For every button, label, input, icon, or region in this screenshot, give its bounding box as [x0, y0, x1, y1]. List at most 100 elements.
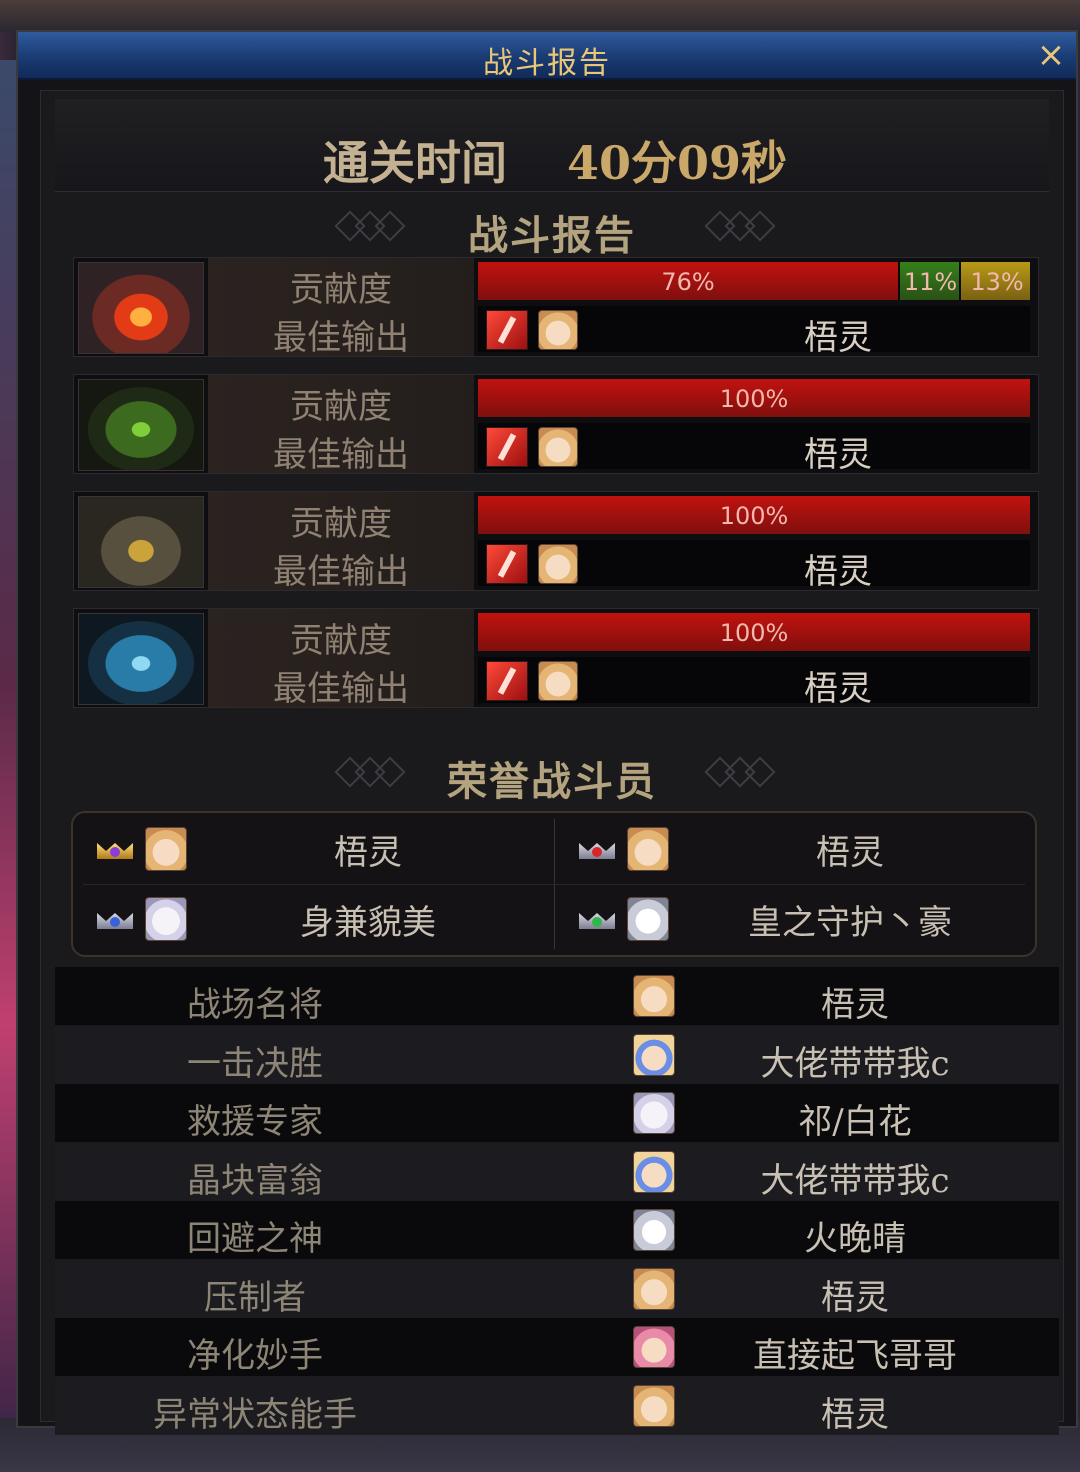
- award-title: 净化妙手: [187, 1336, 323, 1376]
- player-avatar: [145, 827, 187, 871]
- honor-member-name: 梧灵: [334, 833, 402, 873]
- player-avatar: [633, 1092, 675, 1134]
- honor-heading: 荣誉战斗员: [447, 758, 657, 805]
- award-title: 压制者: [204, 1277, 306, 1318]
- crown-icon: [579, 835, 615, 861]
- player-avatar: [633, 975, 675, 1017]
- best-damage-label: 最佳输出: [273, 669, 409, 709]
- award-player-name: 梧灵: [821, 1277, 889, 1318]
- award-player-name: 梧灵: [821, 1394, 889, 1435]
- weapon-icon: [486, 661, 528, 701]
- awards-list: 战场名将 梧灵 一击决胜 大佬带带我c 救援专家 祁/白花 晶块富翁 大佬带带我c 回避之神 火晚…: [55, 967, 1059, 1439]
- contribution-label: 贡献度: [290, 387, 392, 427]
- player-avatar: [627, 827, 669, 871]
- player-avatar: [538, 310, 578, 350]
- honor-member-name: 皇之守护丶豪: [748, 903, 952, 943]
- best-damage-row: 梧灵: [478, 657, 1030, 709]
- boss-row-labels: 贡献度 最佳输出: [208, 375, 474, 475]
- contribution-bar: 100%: [478, 379, 1030, 417]
- contribution-segment: 11%: [898, 262, 961, 300]
- honor-section-header: 荣誉战斗员: [55, 743, 1049, 805]
- honor-member[interactable]: 梧灵: [555, 815, 1025, 883]
- player-avatar: [633, 1150, 675, 1193]
- award-title: 一击决胜: [187, 1043, 323, 1084]
- contribution-percent: 100%: [719, 385, 789, 413]
- player-avatar: [538, 661, 578, 701]
- weapon-icon: [486, 310, 528, 350]
- contribution-percent: 76%: [661, 268, 715, 296]
- window-titlebar[interactable]: 战斗报告 ×: [18, 32, 1076, 81]
- weapon-icon: [486, 427, 528, 467]
- boss-contribution-block: 贡献度 最佳输出 100% 梧灵: [73, 374, 1039, 475]
- award-row: 回避之神 火晚晴: [55, 1201, 1059, 1259]
- boss-contribution-block: 贡献度最佳输出 100% 梧灵: [73, 491, 1039, 592]
- player-avatar: [633, 1326, 675, 1368]
- clear-time-banner: 通关时间 40分09秒: [55, 99, 1049, 192]
- contribution-bar: 100%: [478, 613, 1030, 651]
- award-player-name: 梧灵: [821, 985, 889, 1025]
- crown-icon: [97, 905, 133, 931]
- boss-row-labels: 贡献度 最佳输出: [208, 609, 474, 709]
- game-scene-top: [0, 0, 1080, 32]
- window-title: 战斗报告: [483, 46, 611, 81]
- contribution-percent: 13%: [970, 268, 1024, 296]
- boss-contribution-block: 贡献度 最佳输出 76% 11% 13% 梧灵: [73, 257, 1039, 358]
- honor-member[interactable]: 梧灵: [73, 815, 543, 883]
- award-title: 战场名将: [187, 985, 323, 1025]
- contribution-label: 贡献度: [290, 621, 392, 661]
- best-damage-row: 梧灵: [478, 423, 1030, 475]
- award-player-name: 大佬带带我c: [760, 1043, 950, 1084]
- award-row: 净化妙手 直接起飞哥哥: [55, 1318, 1059, 1376]
- honor-member[interactable]: 皇之守护丶豪: [555, 885, 1025, 953]
- player-avatar: [633, 1209, 675, 1251]
- honor-members-panel: 梧灵 梧灵身兼貌美 皇之守护丶豪: [71, 811, 1037, 957]
- boss-row-labels: 贡献度 最佳输出: [208, 258, 474, 358]
- contribution-label: 贡献度: [290, 504, 392, 544]
- contribution-bar: 100%: [478, 496, 1030, 534]
- contribution-percent: 100%: [719, 502, 789, 530]
- close-icon[interactable]: ×: [1034, 38, 1068, 72]
- award-title: 异常状态能手: [153, 1394, 357, 1435]
- best-damage-label: 最佳输出: [273, 552, 409, 592]
- honor-member[interactable]: 身兼貌美: [73, 885, 543, 953]
- award-player-name: 直接起飞哥哥: [753, 1336, 957, 1376]
- player-avatar: [633, 1267, 675, 1310]
- battle-report-section-header: 战斗报告: [55, 197, 1049, 259]
- award-row: 救援专家 祁/白花: [55, 1084, 1059, 1142]
- award-player-name: 祁/白花: [798, 1102, 912, 1142]
- contribution-percent: 11%: [903, 268, 958, 296]
- best-damage-row: 梧灵: [478, 306, 1030, 358]
- contribution-bar: 76% 11% 13%: [478, 262, 1030, 300]
- report-content: 通关时间 40分09秒 战斗报告 贡献度 最佳输出 76% 11% 13% 梧灵 贡献度 最佳…: [40, 90, 1064, 1435]
- award-row: 一击决胜 大佬带带我c: [55, 1025, 1059, 1084]
- player-avatar: [627, 897, 669, 941]
- crown-gem: [110, 917, 120, 927]
- contribution-segment: 13%: [959, 262, 1030, 300]
- boss-row-labels: 贡献度 最佳输出: [208, 492, 474, 592]
- player-avatar: [538, 544, 578, 584]
- crown-gem: [110, 847, 120, 857]
- crown-gem: [592, 917, 602, 927]
- weapon-icon: [486, 544, 528, 584]
- honor-member-name: 身兼貌美: [300, 903, 436, 943]
- award-row: 异常状态能手 梧灵: [55, 1376, 1059, 1435]
- contribution-segment: 100%: [478, 496, 1030, 534]
- player-avatar: [633, 1033, 675, 1076]
- best-player-name: 梧灵: [804, 435, 872, 475]
- best-player-name: 梧灵: [804, 669, 872, 709]
- boss-ice-emblem-icon: [78, 613, 204, 705]
- player-avatar: [538, 427, 578, 467]
- award-row: 压制者 梧灵: [55, 1259, 1059, 1318]
- award-row: 战场名将 梧灵: [55, 967, 1059, 1025]
- clear-time-value: 40分09秒: [567, 136, 788, 190]
- contribution-segment: 100%: [478, 379, 1030, 417]
- best-player-name: 梧灵: [804, 552, 872, 592]
- award-player-name: 火晚晴: [804, 1219, 906, 1259]
- best-damage-label: 最佳输出: [273, 318, 409, 358]
- crown-gem: [592, 847, 602, 857]
- boss-green-emblem-icon: [78, 379, 204, 471]
- contribution-segment: 100%: [478, 613, 1030, 651]
- award-player-name: 大佬带带我c: [760, 1160, 950, 1201]
- ornament-right-icon: [695, 210, 783, 242]
- crown-icon: [579, 905, 615, 931]
